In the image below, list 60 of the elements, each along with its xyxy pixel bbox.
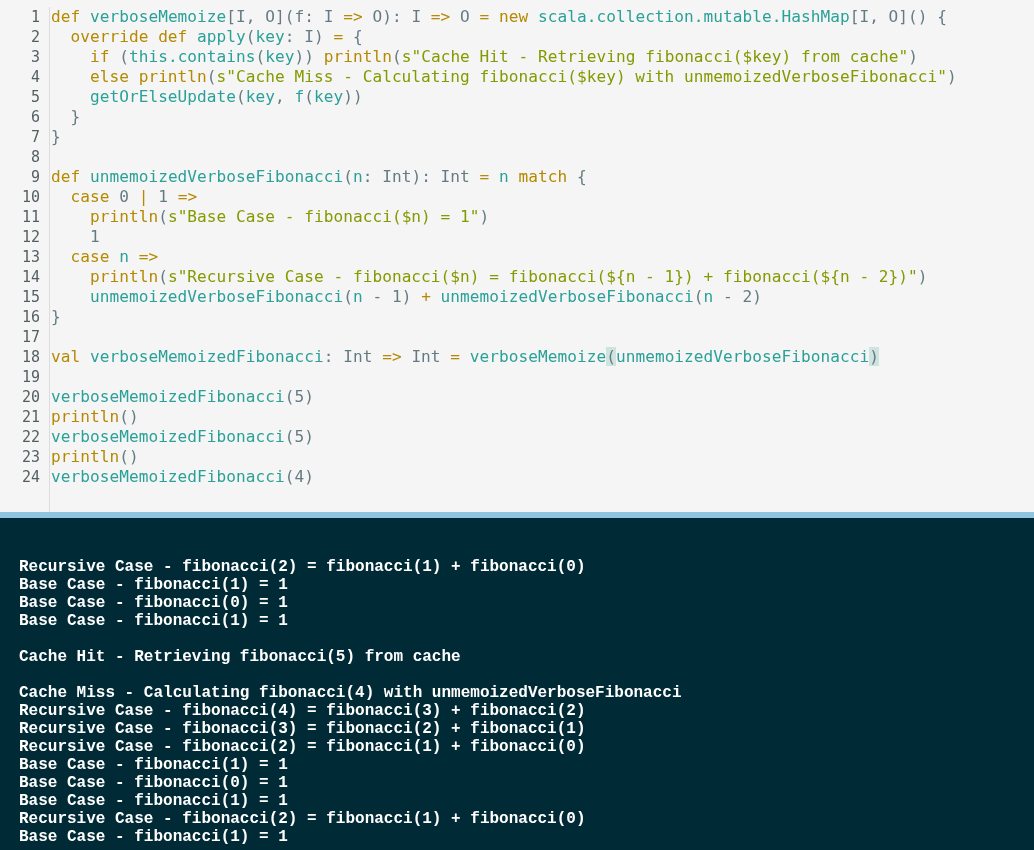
output-line: Cache Hit - Retrieving fibonacci(5) from cache xyxy=(19,648,462,666)
code-line: } xyxy=(50,127,61,147)
code-line: override def apply(key: I) = { xyxy=(69,27,363,47)
line-number: 2 xyxy=(29,28,41,46)
line-number: 24 xyxy=(20,468,41,486)
line-number: 5 xyxy=(29,88,41,106)
code-line: } xyxy=(50,307,61,327)
code-line: println() xyxy=(50,447,139,467)
output-line: Base Case - fibonacci(1) = 1 xyxy=(19,576,289,594)
code-line: } xyxy=(69,107,81,127)
line-number: 17 xyxy=(20,328,41,346)
output-line: Base Case - fibonacci(1) = 1 xyxy=(19,612,289,630)
output-line: Recursive Case - fibonacci(4) = fibonacci(3) + fibonacci(2) xyxy=(19,702,587,720)
code-line: println() xyxy=(50,407,139,427)
output-line: Base Case - fibonacci(1) = 1 xyxy=(19,756,289,774)
output-line: Base Case - fibonacci(1) = 1 xyxy=(19,792,289,810)
code-editor[interactable] xyxy=(0,0,1034,518)
line-number: 22 xyxy=(20,428,41,446)
line-number: 18 xyxy=(20,348,41,366)
code-line: println(s"Recursive Case - fibonacci($n) = fibonacci(${n - 1}) + fibonacci(${n - 2})") xyxy=(88,267,928,287)
line-number: 11 xyxy=(20,208,41,226)
output-line: Recursive Case - fibonacci(2) = fibonacci(1) + fibonacci(0) xyxy=(19,738,587,756)
line-number: 16 xyxy=(20,308,41,326)
line-number: 14 xyxy=(20,268,41,286)
line-number: 3 xyxy=(29,48,41,66)
output-line: Base Case - fibonacci(1) = 1 xyxy=(19,828,289,846)
line-number: 6 xyxy=(29,108,41,126)
output-line: Base Case - fibonacci(0) = 1 xyxy=(19,774,289,792)
code-line: verboseMemoizedFibonacci(4) xyxy=(50,467,314,487)
code-line: def unmemoizedVerboseFibonacci(n: Int): Int = n match { xyxy=(50,167,587,187)
code-line: verboseMemoizedFibonacci(5) xyxy=(50,387,314,407)
code-line: case n => xyxy=(69,247,159,267)
code-line: case 0 | 1 => xyxy=(69,187,198,207)
line-number: 10 xyxy=(20,188,41,206)
code-line: else println(s"Cache Miss - Calculating fibonacci($key) with unmemoizedVerboseFibonacci") xyxy=(88,67,957,87)
code-line: def verboseMemoize[I, O](f: I => O): I => O = new scala.collection.mutable.HashMap[I, O]() { xyxy=(50,7,948,27)
code-line: println(s"Base Case - fibonacci($n) = 1") xyxy=(88,207,490,227)
line-number: 21 xyxy=(20,408,41,426)
line-number: 23 xyxy=(20,448,41,466)
line-number: 8 xyxy=(29,148,41,166)
line-number: 19 xyxy=(20,368,41,386)
line-number: 20 xyxy=(20,388,41,406)
line-number: 13 xyxy=(20,248,41,266)
code-line: getOrElseUpdate(key, f(key)) xyxy=(88,87,363,107)
code-line: if (this.contains(key)) println(s"Cache Hit - Retrieving fibonacci($key) from cache") xyxy=(88,47,918,67)
line-number: 15 xyxy=(20,288,41,306)
output-line: Recursive Case - fibonacci(2) = fibonacci(1) + fibonacci(0) xyxy=(19,558,587,576)
output-line: Cache Miss - Calculating fibonacci(4) with unmemoizedVerboseFibonacci xyxy=(19,684,683,702)
line-number: 4 xyxy=(29,68,41,86)
output-line: Base Case - fibonacci(0) = 1 xyxy=(19,594,289,612)
output-line: Recursive Case - fibonacci(3) = fibonacci(2) + fibonacci(1) xyxy=(19,720,587,738)
line-number: 12 xyxy=(20,228,41,246)
line-number: 9 xyxy=(29,168,41,186)
output-line: Recursive Case - fibonacci(2) = fibonacci(1) + fibonacci(0) xyxy=(19,810,587,828)
line-number: 7 xyxy=(29,128,41,146)
code-line: unmemoizedVerboseFibonacci(n - 1) + unmemoizedVerboseFibonacci(n - 2) xyxy=(88,287,763,307)
line-number: 1 xyxy=(29,8,41,26)
code-line: verboseMemoizedFibonacci(5) xyxy=(50,427,314,447)
code-line: val verboseMemoizedFibonacci: Int => Int = verboseMemoize(unmemoizedVerboseFibonacci) xyxy=(50,347,879,367)
code-line: 1 xyxy=(88,227,100,247)
